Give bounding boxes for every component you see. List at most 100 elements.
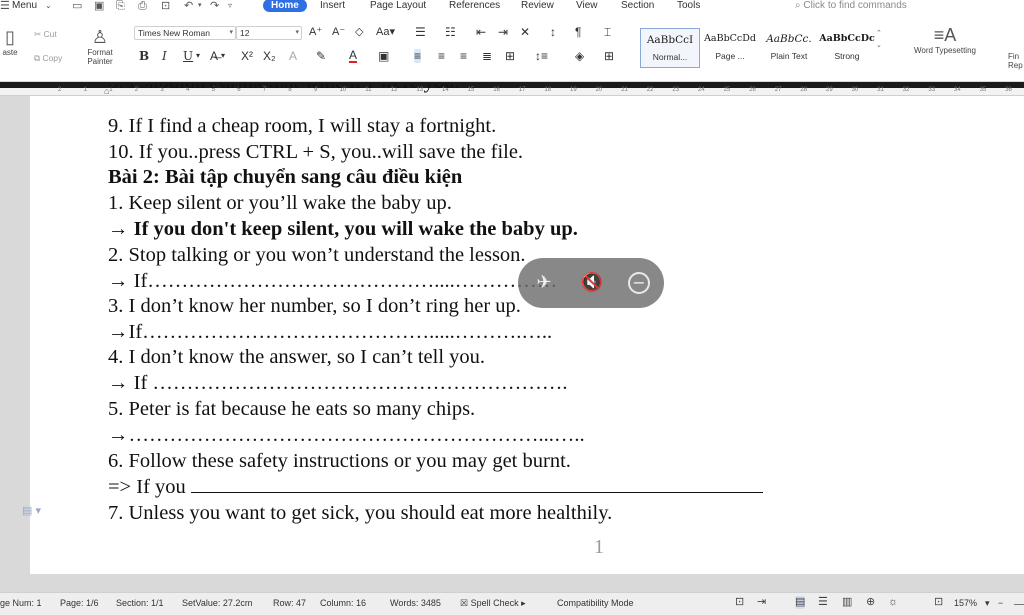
tab-view[interactable]: View bbox=[576, 0, 598, 12]
zoom-slider[interactable] bbox=[1014, 604, 1024, 605]
tab-page-layout[interactable]: Page Layout bbox=[370, 0, 426, 12]
eye-protection-icon[interactable]: ☼ bbox=[888, 596, 898, 609]
status-page[interactable]: Page: 1/6 bbox=[60, 597, 99, 609]
font-name-select[interactable]: Times New Roman ▾ bbox=[134, 26, 236, 40]
spell-check-label: Spell Check bbox=[470, 598, 519, 608]
font-color-icon[interactable]: A bbox=[349, 49, 358, 63]
format-painter-button[interactable]: ♙ Format Painter bbox=[82, 26, 118, 66]
grow-font-icon[interactable]: A⁺ bbox=[309, 25, 322, 39]
quick-access-more-icon[interactable]: ▿ bbox=[228, 0, 232, 12]
tab-home[interactable]: Home bbox=[263, 0, 307, 12]
menu-hamburger-icon[interactable]: ☰ bbox=[0, 0, 10, 12]
tab-tools[interactable]: Tools bbox=[677, 0, 700, 12]
spell-check-toggle[interactable]: ☒ Spell Check ▸ bbox=[460, 597, 526, 609]
mute-icon[interactable]: 🔇 bbox=[578, 269, 606, 297]
print-icon[interactable]: ⎙ bbox=[138, 0, 147, 12]
borders-icon[interactable]: ⊞ bbox=[604, 49, 614, 63]
ruler-tick: 20 bbox=[595, 87, 603, 93]
print-preview-icon[interactable]: ⊡ bbox=[161, 0, 170, 12]
read-mode-icon[interactable]: ⊡ bbox=[735, 596, 744, 609]
find-commands-box[interactable]: ⌕ Click to find commands bbox=[795, 0, 907, 11]
status-words[interactable]: Words: 3485 bbox=[390, 597, 441, 609]
bold-icon[interactable]: B bbox=[139, 49, 149, 63]
fit-page-icon[interactable]: ⊡ bbox=[934, 596, 943, 609]
redo-icon[interactable]: ↷ bbox=[210, 0, 219, 12]
answer-blank bbox=[190, 475, 763, 493]
change-case-icon[interactable]: Aa▾ bbox=[376, 25, 395, 39]
typesetting-icon: ≡A bbox=[933, 25, 957, 45]
clear-format-icon[interactable]: ◇ bbox=[355, 25, 363, 39]
distributed-icon[interactable]: ⊞ bbox=[505, 49, 515, 63]
chinese-layout-icon[interactable]: ✕ bbox=[520, 25, 530, 39]
subscript-icon[interactable]: X₂ bbox=[263, 49, 276, 63]
tab-insert[interactable]: Insert bbox=[320, 0, 345, 12]
find-replace-button[interactable]: Fin Rep bbox=[1008, 52, 1024, 70]
pointer-off-icon[interactable]: ✈ bbox=[530, 269, 558, 297]
decrease-indent-icon[interactable]: ⇤ bbox=[476, 25, 486, 39]
bullets-icon[interactable]: ☰ bbox=[415, 25, 426, 39]
cut-button[interactable]: ✂ Cut bbox=[34, 29, 57, 40]
export-icon[interactable]: ⎘ bbox=[116, 0, 125, 12]
shading-icon[interactable]: ◈ bbox=[575, 49, 584, 63]
style-sample: AaBbCcDc bbox=[819, 33, 875, 44]
page-view-icon[interactable]: ▤ bbox=[795, 596, 806, 609]
style-name: Strong bbox=[834, 51, 860, 61]
chevron-down-icon[interactable]: ▾ bbox=[196, 49, 200, 63]
tab-stops-icon[interactable]: ⌶ bbox=[604, 25, 611, 39]
copy-label: Copy bbox=[42, 53, 63, 63]
zoom-out-icon[interactable]: − bbox=[998, 597, 1003, 609]
zoom-level[interactable]: 157% bbox=[954, 597, 977, 609]
exit-icon[interactable]: ⇥ bbox=[757, 596, 766, 609]
shrink-font-icon[interactable]: A⁻ bbox=[332, 25, 345, 39]
increase-indent-icon[interactable]: ⇥ bbox=[498, 25, 508, 39]
undo-icon[interactable]: ↶ bbox=[184, 0, 193, 12]
highlight-icon[interactable]: ✎ bbox=[316, 49, 326, 63]
copy-button[interactable]: ⧉ Copy bbox=[34, 53, 62, 64]
minimize-circle-icon[interactable]: − bbox=[628, 272, 650, 294]
menu-button[interactable]: Menu bbox=[12, 0, 37, 12]
open-folder-icon[interactable]: ▭ bbox=[72, 0, 82, 12]
line-spacing-icon[interactable]: ↕≡ bbox=[535, 49, 548, 63]
navigation-pane-icon[interactable]: ▤ ▾ bbox=[22, 504, 41, 517]
checkbox-icon: ☒ bbox=[460, 598, 471, 608]
show-marks-icon[interactable]: ¶ bbox=[575, 25, 581, 39]
justify-icon[interactable]: ≣ bbox=[482, 49, 492, 63]
align-left-icon[interactable]: ≡ bbox=[414, 49, 422, 63]
align-right-icon[interactable]: ≡ bbox=[460, 49, 467, 63]
word-typesetting-button[interactable]: ≡A Word Typesetting bbox=[900, 24, 990, 55]
sort-icon[interactable]: ↕ bbox=[550, 25, 556, 39]
undo-dropdown-icon[interactable]: ▾ bbox=[198, 0, 202, 12]
question-1: 1. Keep silent or you’ll wake the baby u… bbox=[108, 192, 452, 214]
gallery-scroll-icon[interactable]: ⌃ ⌄ bbox=[876, 28, 882, 52]
ruler-tick: 31 bbox=[877, 87, 884, 93]
style-normal[interactable]: AaBbCcI Normal... bbox=[640, 28, 700, 68]
strikethrough-icon[interactable]: A̶ bbox=[210, 49, 218, 63]
save-icon[interactable]: ▣ bbox=[94, 0, 104, 12]
answer-4: → If ……………………………………………………. bbox=[108, 372, 568, 394]
character-border-icon[interactable]: ▣ bbox=[378, 49, 389, 63]
style-page[interactable]: AaBbCcDd Page ... bbox=[701, 28, 759, 68]
superscript-icon[interactable]: X² bbox=[241, 49, 253, 63]
answer-1: → If you don't keep silent, you will wak… bbox=[108, 218, 578, 240]
chevron-down-icon[interactable]: ⌄ bbox=[45, 0, 52, 12]
zoom-dropdown-icon[interactable]: ▾ bbox=[985, 597, 990, 609]
align-center-icon[interactable]: ≡ bbox=[438, 49, 445, 63]
chevron-down-icon[interactable]: ▾ bbox=[221, 49, 225, 63]
outline-view-icon[interactable]: ☰ bbox=[818, 596, 828, 609]
tab-review[interactable]: Review bbox=[521, 0, 554, 12]
paste-button[interactable]: ▯ aste bbox=[0, 26, 20, 57]
book-view-icon[interactable]: ▥ bbox=[842, 596, 852, 609]
numbering-icon[interactable]: ☷ bbox=[445, 25, 456, 39]
font-size-select[interactable]: 12 ▾ bbox=[236, 26, 302, 40]
underline-icon[interactable]: U bbox=[183, 49, 193, 63]
text-effect-icon[interactable]: A bbox=[289, 49, 297, 63]
style-strong[interactable]: AaBbCcDc Strong bbox=[819, 28, 875, 68]
italic-icon[interactable]: I bbox=[162, 49, 167, 63]
style-plain-text[interactable]: AaBbCc. Plain Text bbox=[760, 28, 818, 68]
ruler-tick: 1 bbox=[83, 87, 87, 93]
tab-section[interactable]: Section bbox=[621, 0, 654, 12]
font-name-value: Times New Roman bbox=[138, 28, 210, 38]
answer-6-line: => If you bbox=[108, 475, 763, 499]
web-view-icon[interactable]: ⊕ bbox=[866, 596, 875, 609]
tab-references[interactable]: References bbox=[449, 0, 500, 12]
